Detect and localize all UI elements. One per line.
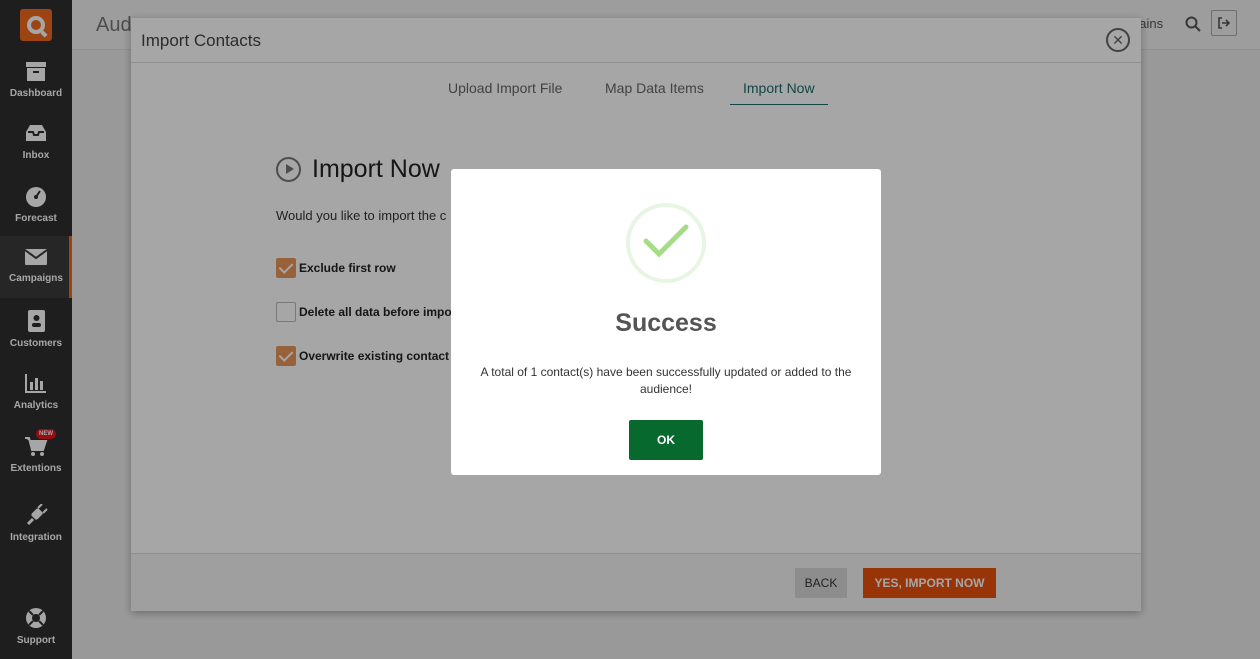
success-title: Success [615,309,717,337]
success-dialog: Success A total of 1 contact(s) have bee… [451,169,881,475]
success-message: A total of 1 contact(s) have been succes… [480,365,852,396]
ok-button[interactable]: OK [629,420,703,460]
checkmark-icon [643,224,689,258]
